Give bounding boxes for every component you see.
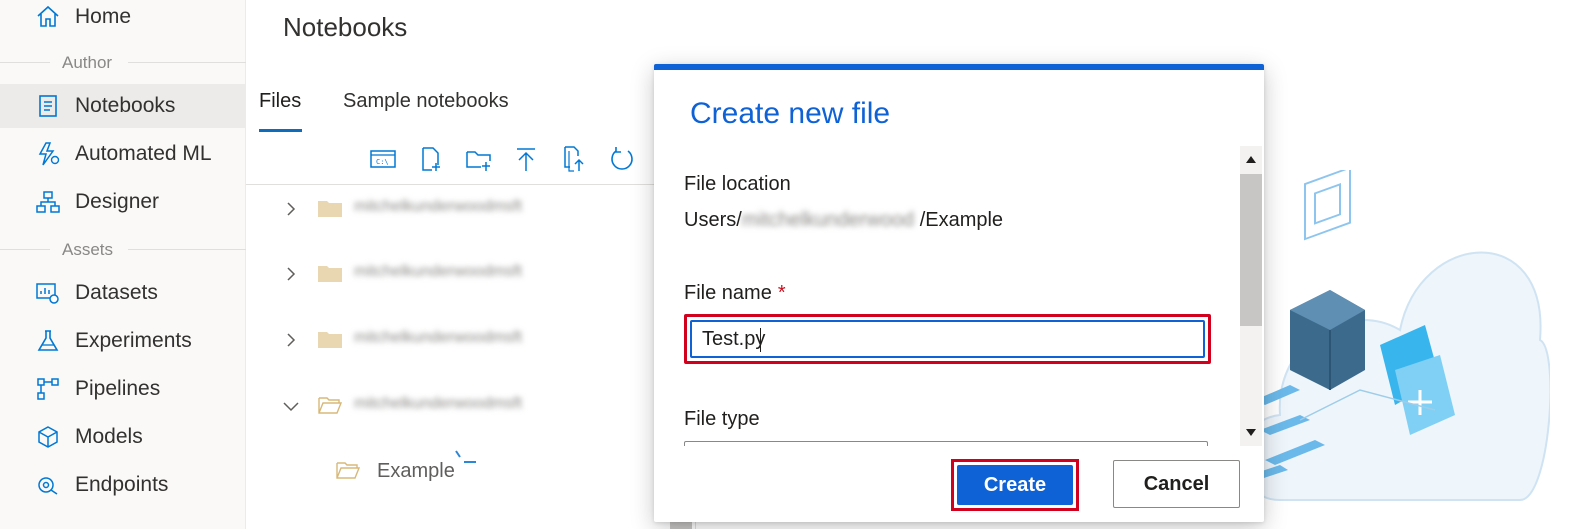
scroll-down-icon[interactable] (1245, 428, 1257, 438)
folder-name-blurred: mitchelkunderwoodmsft (354, 329, 523, 346)
pipeline-icon (37, 378, 59, 400)
tree-row[interactable]: mitchelkunderwoodmsft (270, 255, 650, 295)
sidebar-item-label: Datasets (75, 281, 158, 304)
dialog-title: Create new file (690, 97, 891, 130)
file-location-label: File location (684, 173, 791, 195)
folder-icon (318, 201, 342, 217)
file-location-value: Users/mitchelkunderwood /Example (684, 209, 1003, 232)
tab-sample-notebooks[interactable]: Sample notebooks (343, 90, 509, 113)
section-label-author: Author (62, 53, 113, 72)
file-name-input[interactable] (690, 320, 1205, 358)
chevron-right-icon[interactable] (282, 265, 300, 283)
file-name-highlight (684, 314, 1211, 364)
new-folder-icon[interactable] (465, 145, 493, 173)
create-button-highlight: Create (951, 459, 1079, 511)
folder-name-example: Example (377, 460, 455, 482)
sidebar-item-datasets[interactable]: Datasets (0, 271, 246, 315)
cube-icon (38, 426, 58, 448)
open-folder-icon (318, 397, 342, 414)
sidebar-item-pipelines[interactable]: Pipelines (0, 367, 246, 411)
chevron-down-icon[interactable] (282, 397, 300, 415)
sidebar-item-label: Pipelines (75, 377, 161, 400)
new-file-icon[interactable] (417, 145, 445, 173)
sidebar-item-endpoints[interactable]: Endpoints (0, 463, 246, 507)
folder-icon (318, 332, 342, 348)
folder-name-blurred: mitchelkunderwoodmsft (354, 263, 523, 280)
sidebar-item-models[interactable]: Models (0, 415, 246, 459)
sidebar-item-home[interactable]: Home (0, 0, 246, 39)
dialog-body: File location Users/mitchelkunderwood /E… (654, 146, 1264, 446)
sidebar-item-label: Experiments (75, 329, 192, 352)
tree-row[interactable]: mitchelkunderwoodmsft (270, 321, 650, 361)
upload-folder-icon[interactable] (560, 145, 588, 173)
required-marker: * (777, 282, 786, 304)
dialog-scrollbar-thumb[interactable] (1240, 174, 1262, 326)
flask-icon (37, 330, 59, 351)
sidebar-item-label: Endpoints (75, 473, 169, 496)
sidebar-item-label: Models (75, 425, 143, 448)
cloud-server-illustration (1241, 170, 1550, 501)
home-icon (37, 5, 59, 27)
tree-divider (246, 184, 696, 185)
sidebar-item-label: Designer (75, 190, 160, 213)
sidebar-item-designer[interactable]: Designer (0, 180, 246, 224)
file-type-label: File type (684, 408, 760, 430)
open-folder-icon (336, 462, 360, 479)
refresh-icon[interactable] (608, 145, 636, 173)
tab-files[interactable]: Files (259, 90, 301, 113)
loading-spinner-icon (455, 450, 476, 463)
folder-name-blurred: mitchelkunderwoodmsft (354, 395, 523, 412)
sidebar-item-experiments[interactable]: Experiments (0, 319, 246, 363)
svg-text:C:\: C:\ (376, 158, 389, 166)
file-name-label-text: File name (684, 282, 772, 304)
folder-icon (318, 266, 342, 282)
section-label-assets: Assets (62, 240, 114, 259)
section-divider (0, 62, 246, 63)
scroll-up-icon[interactable] (1245, 154, 1257, 164)
text-caret (760, 328, 761, 352)
endpoint-icon (38, 477, 58, 495)
sidebar-item-automated-ml[interactable]: Automated ML (0, 132, 246, 176)
cancel-button[interactable]: Cancel (1113, 460, 1240, 508)
file-type-select[interactable] (684, 441, 1208, 446)
lightning-gear-icon (38, 142, 60, 166)
dataset-icon (36, 283, 59, 304)
sidebar-item-label: Home (75, 5, 132, 28)
chevron-right-icon[interactable] (282, 331, 300, 349)
chevron-right-icon[interactable] (282, 200, 300, 218)
folder-name-blurred: mitchelkunderwoodmsft (354, 198, 523, 215)
tree-row-expanded[interactable]: mitchelkunderwoodmsft (270, 387, 650, 427)
page-title: Notebooks (283, 12, 408, 42)
tree-row[interactable]: mitchelkunderwoodmsft (270, 190, 650, 230)
file-location-blurred: mitchelkunderwood (741, 209, 915, 231)
terminal-icon[interactable]: C:\ (369, 145, 397, 173)
left-sidebar: Home Author Notebooks Automated ML Desig… (0, 0, 246, 529)
file-name-label: File name * (684, 282, 786, 305)
section-divider (0, 249, 246, 250)
active-tab-indicator (259, 129, 302, 132)
file-location-suffix: /Example (919, 209, 1004, 231)
upload-icon[interactable] (512, 145, 540, 173)
sidebar-item-notebooks[interactable]: Notebooks (0, 84, 246, 128)
create-button[interactable]: Create (957, 465, 1073, 505)
sidebar-item-label: Notebooks (75, 94, 176, 117)
file-location-prefix: Users/ (684, 209, 742, 231)
dialog-accent-bar (654, 64, 1264, 70)
sidebar-item-label: Automated ML (75, 142, 212, 165)
designer-icon (36, 191, 60, 213)
notebook-icon (39, 95, 57, 117)
create-file-dialog: Create new file File location Users/mitc… (654, 64, 1264, 522)
